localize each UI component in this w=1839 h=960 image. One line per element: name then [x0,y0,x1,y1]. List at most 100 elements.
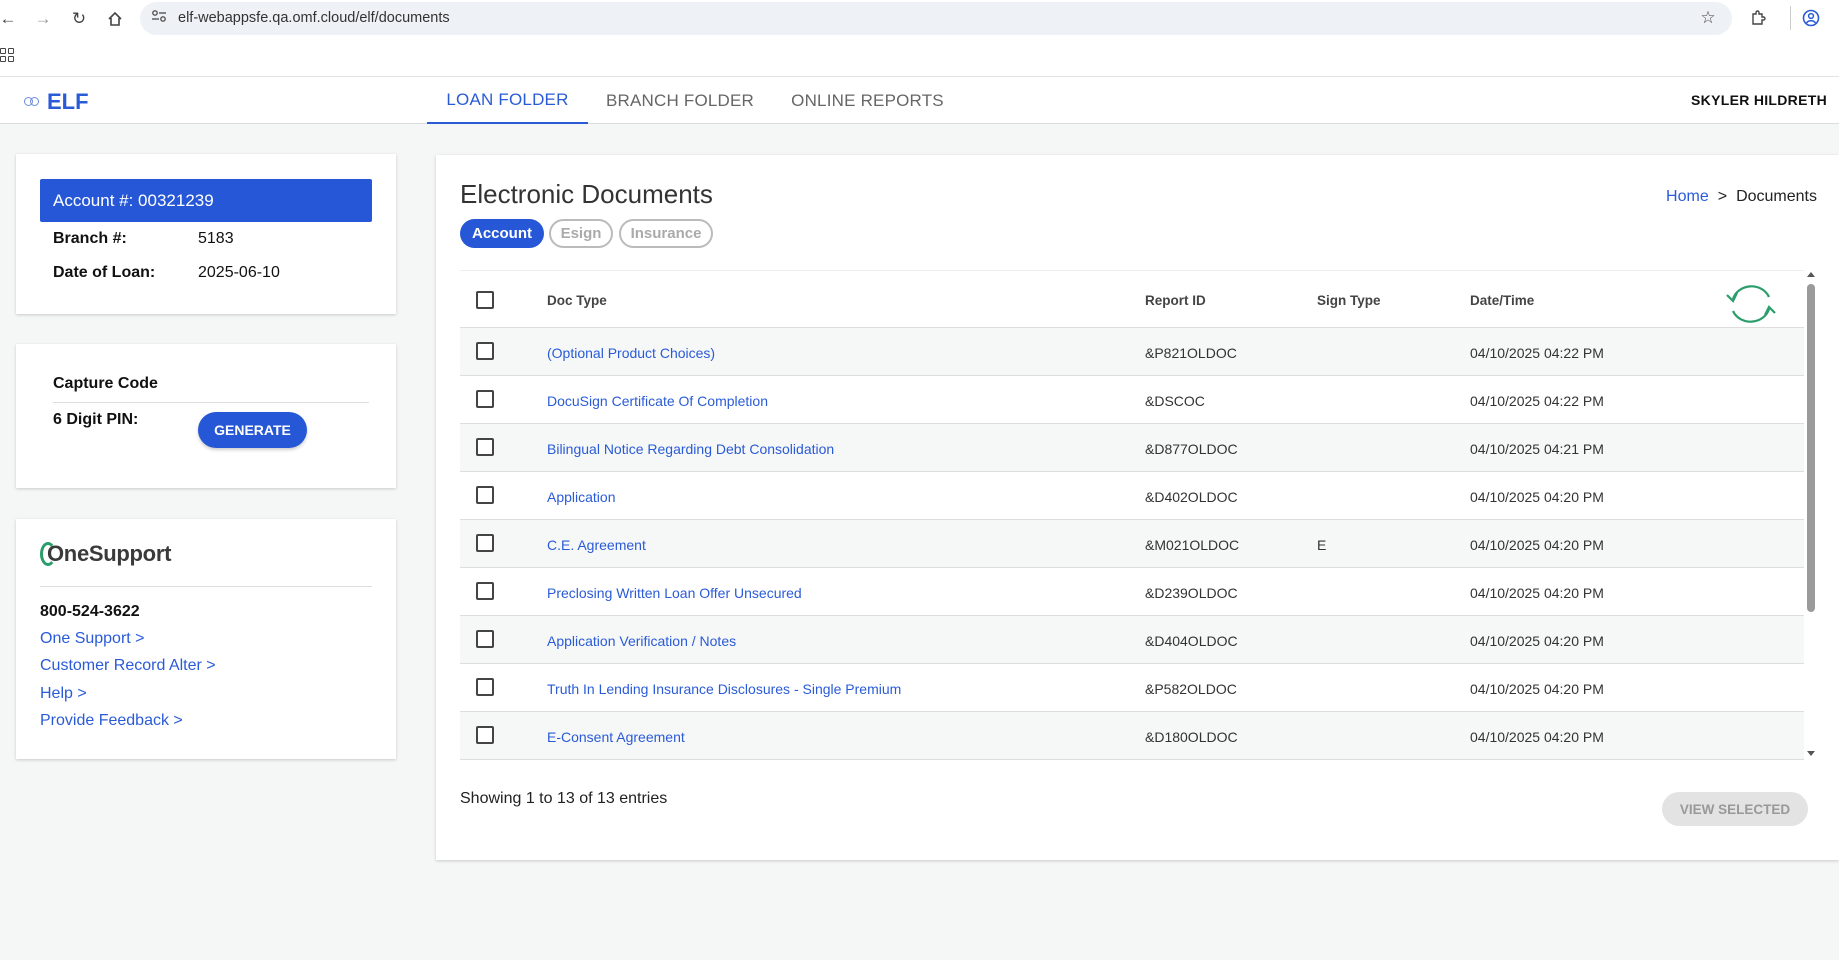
row-checkbox[interactable] [476,438,494,456]
pin-label: 6 Digit PIN: [53,411,139,428]
row-checkbox[interactable] [476,726,494,744]
date-time-cell: 04/10/2025 04:20 PM [1470,489,1604,505]
entries-summary: Showing 1 to 13 of 13 entries [460,790,668,807]
report-id-cell: &D402OLDOC [1145,489,1238,505]
date-time-cell: 04/10/2025 04:20 PM [1470,537,1604,553]
link-help[interactable]: Help > [40,685,87,703]
onesupport-logo-text: OneSupport [47,541,172,566]
report-id-cell: &P582OLDOC [1145,681,1237,697]
doc-type-link[interactable]: (Optional Product Choices) [547,345,715,361]
date-time-cell: 04/10/2025 04:20 PM [1470,729,1604,745]
link-one-support[interactable]: One Support > [40,630,145,648]
row-checkbox[interactable] [476,534,494,552]
column-header-doc-type[interactable]: Doc Type [547,293,607,308]
column-header-report-id[interactable]: Report ID [1145,293,1206,308]
page-title: Electronic Documents [460,179,713,209]
site-info-icon[interactable] [151,9,167,26]
report-id-cell: &DSCOC [1145,393,1205,409]
breadcrumb-current: Documents [1736,188,1817,205]
report-id-cell: &D180OLDOC [1145,729,1238,745]
sign-type-cell: E [1317,537,1327,553]
doc-type-link[interactable]: Application [547,489,616,505]
generate-button[interactable]: GENERATE [198,412,307,448]
back-icon[interactable]: ← [0,8,19,30]
scroll-up-arrow-icon[interactable] [1807,272,1815,277]
row-checkbox[interactable] [476,486,494,504]
doc-type-link[interactable]: C.E. Agreement [547,537,646,553]
row-checkbox[interactable] [476,678,494,696]
bookmark-star-icon[interactable]: ☆ [1697,7,1719,29]
date-time-cell: 04/10/2025 04:20 PM [1470,633,1604,649]
capture-code-card: Capture Code 6 Digit PIN: GENERATE [16,344,396,488]
doc-type-link[interactable]: Application Verification / Notes [547,633,736,649]
link-customer-record-alter[interactable]: Customer Record Alter > [40,657,216,675]
link-provide-feedback[interactable]: Provide Feedback > [40,712,183,730]
url-text[interactable]: elf-webappsfe.qa.omf.cloud/elf/documents [178,10,450,26]
tab-branch-folder[interactable]: BRANCH FOLDER [600,77,760,124]
row-checkbox[interactable] [476,582,494,600]
user-name[interactable]: SKYLER HILDRETH [1691,92,1827,108]
table-header: Doc Type Report ID Sign Type Date/Time [460,270,1804,328]
report-id-cell: &P821OLDOC [1145,345,1237,361]
table-row[interactable]: Truth In Lending Insurance Disclosures -… [460,664,1804,712]
filter-chip-account[interactable]: Account [460,219,544,248]
doc-type-link[interactable]: Preclosing Written Loan Offer Unsecured [547,585,802,601]
report-id-cell: &D404OLDOC [1145,633,1238,649]
column-header-sign-type[interactable]: Sign Type [1317,293,1381,308]
table-row[interactable]: Application &D402OLDOC 04/10/2025 04:20 … [460,472,1804,520]
branch-value: 5183 [198,230,234,247]
date-of-loan-label: Date of Loan: [53,264,156,281]
date-time-cell: 04/10/2025 04:22 PM [1470,393,1604,409]
filter-chip-esign[interactable]: Esign [549,219,613,248]
capture-code-title: Capture Code [53,375,158,392]
table-row[interactable]: Bilingual Notice Regarding Debt Consolid… [460,424,1804,472]
doc-type-link[interactable]: DocuSign Certificate Of Completion [547,393,768,409]
documents-panel: Electronic Documents Home > Documents Acco… [436,155,1839,860]
logo-text: ELF [47,89,89,114]
scroll-down-arrow-icon[interactable] [1807,751,1815,756]
date-time-cell: 04/10/2025 04:20 PM [1470,681,1604,697]
table-row[interactable]: Application Verification / Notes &D404OL… [460,616,1804,664]
apps-grid-icon[interactable] [0,48,14,62]
row-checkbox[interactable] [476,630,494,648]
elf-logo-mark-icon [24,94,44,110]
table-row[interactable]: C.E. Agreement &M021OLDOC E 04/10/2025 0… [460,520,1804,568]
report-id-cell: &D239OLDOC [1145,585,1238,601]
tab-loan-folder[interactable]: LOAN FOLDER [427,77,588,124]
breadcrumb: Home > Documents [1666,188,1817,206]
column-header-date-time[interactable]: Date/Time [1470,293,1534,308]
doc-type-link[interactable]: E-Consent Agreement [547,729,685,745]
row-checkbox[interactable] [476,342,494,360]
elf-logo[interactable]: ELF [24,89,89,115]
extensions-icon[interactable] [1747,7,1769,29]
breadcrumb-separator: > [1717,188,1728,205]
refresh-icon[interactable] [1723,279,1779,329]
table-row[interactable]: E-Consent Agreement &D180OLDOC 04/10/202… [460,712,1804,760]
doc-type-link[interactable]: Truth In Lending Insurance Disclosures -… [547,681,901,697]
date-time-cell: 04/10/2025 04:21 PM [1470,441,1604,457]
support-phone: 800-524-3622 [40,603,140,620]
tab-online-reports[interactable]: ONLINE REPORTS [780,77,955,124]
support-card: OneSupport 800-524-3622 One Support > Cu… [16,519,396,759]
scroll-thumb[interactable] [1807,284,1815,612]
row-checkbox[interactable] [476,390,494,408]
table-row[interactable]: (Optional Product Choices) &P821OLDOC 04… [460,328,1804,376]
home-icon[interactable] [104,8,126,30]
doc-type-link[interactable]: Bilingual Notice Regarding Debt Consolid… [547,441,834,457]
view-selected-button[interactable]: VIEW SELECTED [1662,792,1808,826]
profile-icon[interactable] [1800,7,1822,29]
forward-icon[interactable]: → [32,8,54,30]
reload-icon[interactable]: ↻ [68,8,90,30]
bookmarks-bar [0,38,1839,76]
table-row[interactable]: Preclosing Written Loan Offer Unsecured … [460,568,1804,616]
documents-table: Doc Type Report ID Sign Type Date/Time (… [460,270,1804,760]
table-scrollbar[interactable] [1805,270,1817,758]
table-row[interactable]: DocuSign Certificate Of Completion &DSCO… [460,376,1804,424]
onesupport-logo: OneSupport [40,541,171,567]
filter-chip-insurance[interactable]: Insurance [619,219,713,248]
select-all-checkbox[interactable] [476,291,494,309]
breadcrumb-home-link[interactable]: Home [1666,188,1709,205]
date-time-cell: 04/10/2025 04:22 PM [1470,345,1604,361]
capture-divider [53,402,369,403]
report-id-cell: &D877OLDOC [1145,441,1238,457]
